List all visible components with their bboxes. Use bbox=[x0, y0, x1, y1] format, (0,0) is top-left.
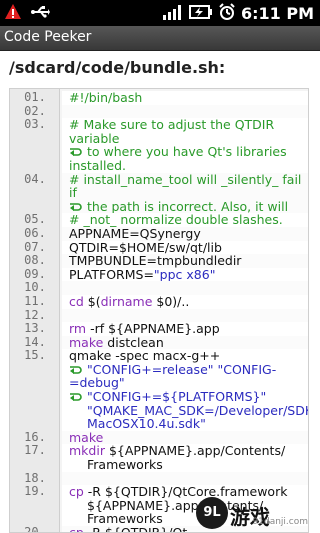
code-line: 17. mkdir ${APPNAME}.app/Contents/Framewo… bbox=[10, 443, 308, 473]
code-text: cp -R ${QTDIR}/Qt...${APPNAME}.app/Cont.… bbox=[60, 525, 308, 533]
wrap-arrow-icon bbox=[70, 393, 82, 402]
line-number: 05. bbox=[24, 212, 46, 227]
code-token: cp bbox=[69, 484, 84, 500]
code-line: 18. bbox=[10, 470, 308, 486]
code-line: 10. bbox=[10, 280, 308, 295]
line-number: 01. bbox=[24, 90, 46, 104]
wrap-arrow-icon bbox=[70, 366, 82, 374]
line-number: 06. bbox=[24, 225, 46, 240]
watermark-logo: 9L 游戏 91danji.com bbox=[196, 497, 314, 529]
code-token: cd bbox=[69, 293, 88, 309]
line-number: 16. bbox=[24, 429, 46, 444]
code-text bbox=[60, 104, 308, 119]
code-text: make bbox=[60, 431, 308, 445]
code-line: 04. # install_name_tool will _silently_ f… bbox=[10, 171, 308, 214]
app-title: Code Peeker bbox=[4, 29, 92, 45]
code-token: "ppc x86" bbox=[153, 266, 216, 282]
code-text bbox=[60, 281, 308, 295]
usb-icon bbox=[30, 3, 50, 25]
line-number: 13. bbox=[24, 321, 46, 336]
code-viewer[interactable]: 01. #!/bin/bash 02. 03. # Make sure to adju… bbox=[9, 88, 309, 533]
code-text: # _not_ normalize double slashes. bbox=[60, 213, 308, 227]
code-text bbox=[60, 308, 308, 323]
line-number: 14. bbox=[24, 334, 46, 349]
code-line: 08. TMPBUNDLE=tmpbundledir bbox=[10, 253, 308, 268]
line-number: 08. bbox=[24, 253, 46, 268]
code-text: TMPBUNDLE=tmpbundledir bbox=[60, 254, 308, 268]
code-token: $0)/.. bbox=[152, 293, 190, 309]
line-number: 11. bbox=[24, 293, 46, 308]
line-number: 04. bbox=[24, 171, 46, 186]
code-line: 02. bbox=[10, 103, 308, 119]
code-token: -R ${QTDIR}/Qt... bbox=[83, 525, 200, 533]
line-number: 17. bbox=[24, 443, 46, 458]
code-line: 05. # _not_ normalize double slashes. bbox=[10, 212, 308, 227]
code-line: 09. PLATFORMS="ppc x86" bbox=[10, 266, 308, 282]
code-line: 16. make bbox=[10, 429, 308, 445]
code-line: 11. cd $(dirname $0)/.. bbox=[10, 293, 308, 309]
watermark-badge: 9L bbox=[196, 497, 228, 529]
code-text: cd $(dirname $0)/.. bbox=[60, 293, 308, 309]
warning-icon bbox=[4, 3, 22, 25]
code-text: qmake -spec macx-g++ "CONFIG+=release" "C… bbox=[60, 349, 308, 432]
line-number: 03. bbox=[24, 117, 46, 132]
code-token: $( bbox=[87, 293, 101, 309]
code-token: # Make sure to adjust the QTDIR variable bbox=[69, 117, 275, 146]
code-token: Frameworks bbox=[87, 457, 163, 473]
code-line: 12. bbox=[10, 307, 308, 323]
status-system-icons: 6:11 PM bbox=[162, 3, 314, 25]
code-text: QTDIR=$HOME/sw/qt/lib bbox=[60, 240, 308, 255]
wrap-arrow-icon bbox=[70, 148, 82, 157]
code-text: mkdir ${APPNAME}.app/Contents/Frameworks bbox=[60, 444, 308, 473]
code-line: 07. QTDIR=$HOME/sw/qt/lib bbox=[10, 239, 308, 255]
line-number: 10. bbox=[24, 280, 46, 295]
watermark-sub: 91danji.com bbox=[252, 517, 308, 527]
code-token: dirname bbox=[100, 293, 153, 309]
line-number: 07. bbox=[24, 239, 46, 254]
line-number: 15. bbox=[24, 348, 46, 363]
line-number: 19. bbox=[24, 484, 46, 499]
battery-charging-icon bbox=[188, 3, 213, 25]
code-text: rm -rf ${APPNAME}.app bbox=[60, 322, 308, 336]
line-number: 18. bbox=[24, 470, 46, 485]
code-token: "CONFIG+=release" "CONFIG-=debug" bbox=[69, 361, 277, 391]
line-number: 20. bbox=[24, 525, 46, 533]
code-text: PLATFORMS="ppc x86" bbox=[60, 266, 308, 282]
code-token: PLATFORMS= bbox=[69, 266, 154, 282]
signal-icon bbox=[162, 3, 184, 25]
code-token: # install_name_tool will _silently_ fail… bbox=[69, 171, 302, 201]
code-text: make distclean bbox=[60, 335, 308, 350]
code-line: 06. APPNAME=QSynergy bbox=[10, 225, 308, 241]
alarm-icon bbox=[218, 3, 236, 25]
code-text: APPNAME=QSynergy bbox=[60, 227, 308, 241]
code-token: cp bbox=[69, 525, 84, 533]
code-text: #!/bin/bash bbox=[60, 90, 308, 105]
code-line: 15. qmake -spec macx-g++ "CONFIG+=release"… bbox=[10, 348, 308, 432]
line-number: 12. bbox=[24, 307, 46, 322]
code-text: # Make sure to adjust the QTDIR variable… bbox=[60, 117, 308, 173]
code-text: # install_name_tool will _silently_ fail… bbox=[60, 171, 308, 214]
status-notifications bbox=[4, 3, 50, 25]
code-line: 03. # Make sure to adjust the QTDIR varia… bbox=[10, 117, 308, 173]
code-line: 14. make distclean bbox=[10, 334, 308, 350]
code-token: MacOSX10.4u.sdk" bbox=[87, 416, 206, 432]
code-token: to where you have Qt's libraries install… bbox=[69, 144, 287, 173]
code-token: #!/bin/bash bbox=[69, 90, 143, 105]
code-line: 01. #!/bin/bash bbox=[10, 90, 308, 105]
status-bar: 6:11 PM bbox=[0, 0, 320, 26]
code-lines: 01. #!/bin/bash 02. 03. # Make sure to adju… bbox=[10, 90, 308, 533]
file-path: /sdcard/code/bundle.sh: bbox=[9, 58, 226, 77]
code-text bbox=[60, 471, 308, 486]
app-title-bar: Code Peeker bbox=[0, 26, 320, 51]
line-number: 02. bbox=[24, 103, 46, 118]
code-line: 13. rm -rf ${APPNAME}.app bbox=[10, 321, 308, 336]
line-number: 09. bbox=[24, 266, 46, 281]
status-time: 6:11 PM bbox=[240, 4, 314, 23]
wrap-arrow-icon bbox=[70, 202, 82, 211]
